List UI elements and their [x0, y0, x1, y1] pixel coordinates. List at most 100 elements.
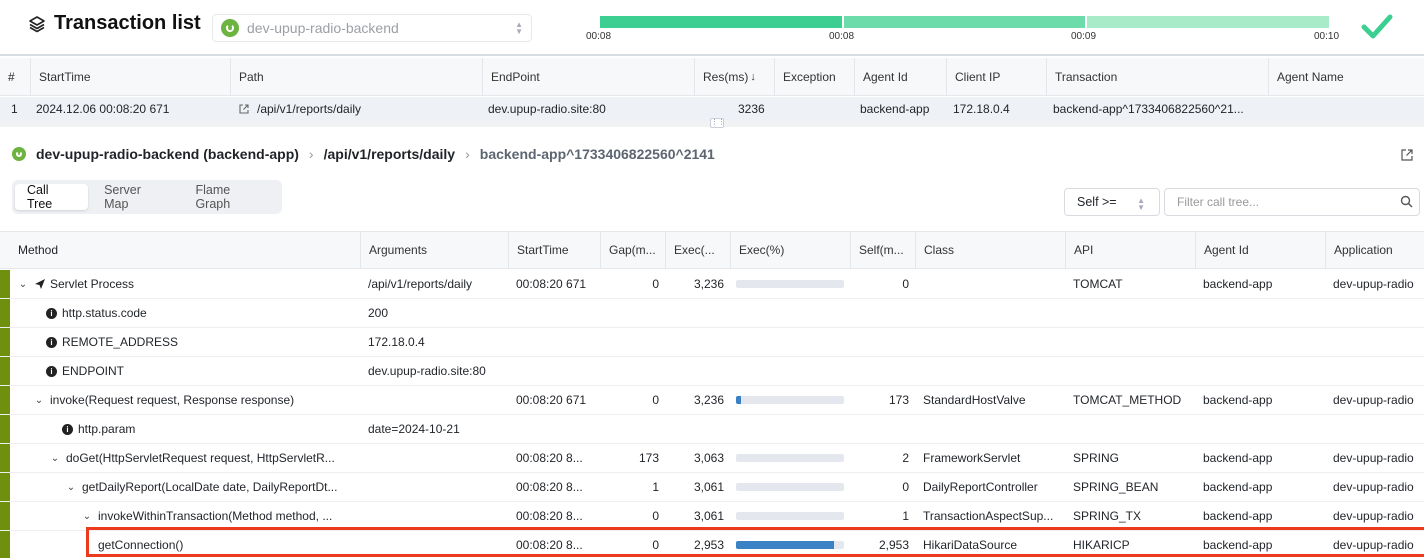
call-tree-row[interactable]: i http.status.code 200 [0, 299, 1424, 328]
column-header-index[interactable]: # [0, 58, 30, 95]
cell-exec [665, 299, 730, 327]
filter-call-tree-input[interactable] [1164, 188, 1420, 216]
cell-api: HIKARICP [1073, 538, 1130, 552]
search-icon[interactable] [1400, 195, 1413, 208]
cell-exec: 3,236 [693, 393, 724, 407]
tab-call-tree[interactable]: Call Tree [15, 183, 89, 211]
depth-indicator [0, 299, 10, 327]
column-header-agent-id[interactable]: Agent Id [854, 58, 946, 95]
column-header-starttime[interactable]: StartTime [508, 232, 600, 268]
column-header-starttime[interactable]: StartTime [30, 58, 230, 95]
column-header-path[interactable]: Path [230, 58, 482, 95]
application-select[interactable]: dev-upup-radio-backend ▲ ▼ [212, 14, 532, 42]
column-header-arguments[interactable]: Arguments [360, 232, 508, 268]
send-icon [35, 279, 45, 289]
tab-flame-graph[interactable]: Flame Graph [183, 183, 279, 211]
method-cell[interactable]: i ENDPOINT [26, 357, 360, 385]
column-header-agent-name[interactable]: Agent Name [1268, 58, 1424, 95]
tab-server-map[interactable]: Server Map [92, 183, 179, 211]
call-tree-row[interactable]: i http.param date=2024-10-21 [0, 415, 1424, 444]
cell-cls: StandardHostValve [923, 393, 1026, 407]
depth-indicator [0, 357, 10, 385]
method-cell[interactable]: i http.param [42, 415, 360, 443]
call-tree-row[interactable]: ⌄ Servlet Process/api/v1/reports/daily 00:… [0, 270, 1424, 299]
application-select-value: dev-upup-radio-backend [247, 20, 399, 36]
column-header-exception[interactable]: Exception [774, 58, 854, 95]
column-header-api[interactable]: API [1065, 232, 1195, 268]
call-tree-row[interactable]: ⌄ getDailyReport(LocalDate date, DailyRep… [0, 473, 1424, 502]
chevron-down-icon[interactable]: ⌄ [34, 395, 44, 406]
breadcrumb-transaction: backend-app^1733406822560^2141 [479, 146, 715, 162]
exec-percent-cell [730, 299, 850, 327]
depth-indicator [0, 444, 10, 472]
row-path-cell[interactable]: /api/v1/reports/daily [230, 97, 482, 121]
cell-app: dev-upup-radio [1333, 277, 1414, 291]
cell-self: 2,953 [878, 538, 909, 552]
column-header-client-ip[interactable]: Client IP [946, 58, 1046, 95]
method-cell[interactable]: getConnection() [90, 531, 360, 558]
cell-cls: FrameworkServlet [923, 451, 1021, 465]
column-header-exec-pct[interactable]: Exec(%) [730, 232, 850, 268]
call-tree-row[interactable]: getConnection() 00:08:20 8... 0 2,953 2,953 H… [0, 531, 1424, 558]
column-header-endpoint[interactable]: EndPoint [482, 58, 694, 95]
method-cell[interactable]: ⌄ invokeWithinTransaction(Method method, … [74, 502, 360, 530]
method-name: invoke(Request request, Response respons… [50, 393, 295, 407]
breadcrumb-app[interactable]: dev-upup-radio-backend (backend-app) [36, 146, 299, 162]
cell-agent: backend-app [1203, 509, 1273, 523]
checkmark-icon[interactable] [1360, 12, 1394, 42]
cell-self: 0 [902, 480, 909, 494]
column-header-application[interactable]: Application [1325, 232, 1424, 268]
depth-indicator [0, 328, 10, 356]
timeline-segment[interactable] [600, 16, 842, 28]
method-cell[interactable]: i REMOTE_ADDRESS [26, 328, 360, 356]
column-header-res[interactable]: Res(ms) ↓ [694, 58, 774, 95]
column-header-agent-id[interactable]: Agent Id [1195, 232, 1325, 268]
call-tree-row[interactable]: ⌄ invokeWithinTransaction(Method method, … [0, 502, 1424, 531]
call-tree-row[interactable]: ⌄ doGet(HttpServletRequest request, HttpS… [0, 444, 1424, 473]
method-cell[interactable]: i http.status.code [26, 299, 360, 327]
chevron-down-icon[interactable]: ⌄ [66, 482, 76, 493]
cell-args [360, 473, 508, 501]
column-header-exec[interactable]: Exec(... [665, 232, 730, 268]
breadcrumb-path[interactable]: /api/v1/reports/daily [324, 146, 456, 162]
method-name: invokeWithinTransaction(Method method, .… [98, 509, 333, 523]
cell-start: 00:08:20 8... [516, 538, 583, 552]
column-header-self[interactable]: Self(m... [850, 232, 915, 268]
cell-gap [600, 299, 665, 327]
method-cell[interactable]: ⌄ Servlet Process [10, 270, 360, 298]
open-new-window-icon[interactable] [1400, 148, 1414, 162]
cell-api [1065, 415, 1195, 443]
arrow-down-icon: ↓ [750, 70, 756, 83]
chevron-down-icon[interactable]: ⌄ [50, 453, 60, 464]
call-tree-row[interactable]: i REMOTE_ADDRESS 172.18.0.4 [0, 328, 1424, 357]
breadcrumb: dev-upup-radio-backend (backend-app) › /… [12, 146, 715, 162]
cell-args: dev.upup-radio.site:80 [368, 364, 486, 378]
chevron-down-icon[interactable]: ⌄ [18, 279, 28, 290]
column-header-method[interactable]: Method [10, 232, 360, 268]
column-header-gap[interactable]: Gap(m... [600, 232, 665, 268]
cell-args [360, 531, 508, 558]
cell-cls: HikariDataSource [923, 538, 1018, 552]
time-range-slider[interactable] [600, 16, 1330, 28]
column-header-transaction[interactable]: Transaction [1046, 58, 1268, 95]
exec-percent-cell [730, 473, 850, 501]
cell-args: 200 [368, 306, 389, 320]
cell-app [1325, 357, 1424, 385]
timeline-segment[interactable] [843, 16, 1086, 28]
call-tree-row[interactable]: i ENDPOINT dev.upup-radio.site:80 [0, 357, 1424, 386]
drag-handle-icon[interactable]: ⋮⋮ [710, 118, 725, 128]
cell-cls [915, 357, 1065, 385]
chevron-right-icon: › [465, 146, 470, 162]
external-link-icon[interactable] [238, 103, 250, 115]
method-cell[interactable]: ⌄ getDailyReport(LocalDate date, DailyRep… [58, 473, 360, 501]
exec-percent-cell [730, 357, 850, 385]
self-filter-select[interactable]: Self >= ▲ ▼ [1064, 188, 1160, 216]
method-cell[interactable]: ⌄ doGet(HttpServletRequest request, HttpS… [42, 444, 360, 472]
chevron-down-icon[interactable]: ⌄ [82, 511, 92, 522]
call-tree-row[interactable]: ⌄ invoke(Request request, Response respon… [0, 386, 1424, 415]
cell-api: SPRING [1073, 451, 1120, 465]
depth-indicator [0, 531, 10, 558]
timeline-segment[interactable] [1087, 16, 1330, 28]
column-header-class[interactable]: Class [915, 232, 1065, 268]
method-cell[interactable]: ⌄ invoke(Request request, Response respon… [26, 386, 360, 414]
